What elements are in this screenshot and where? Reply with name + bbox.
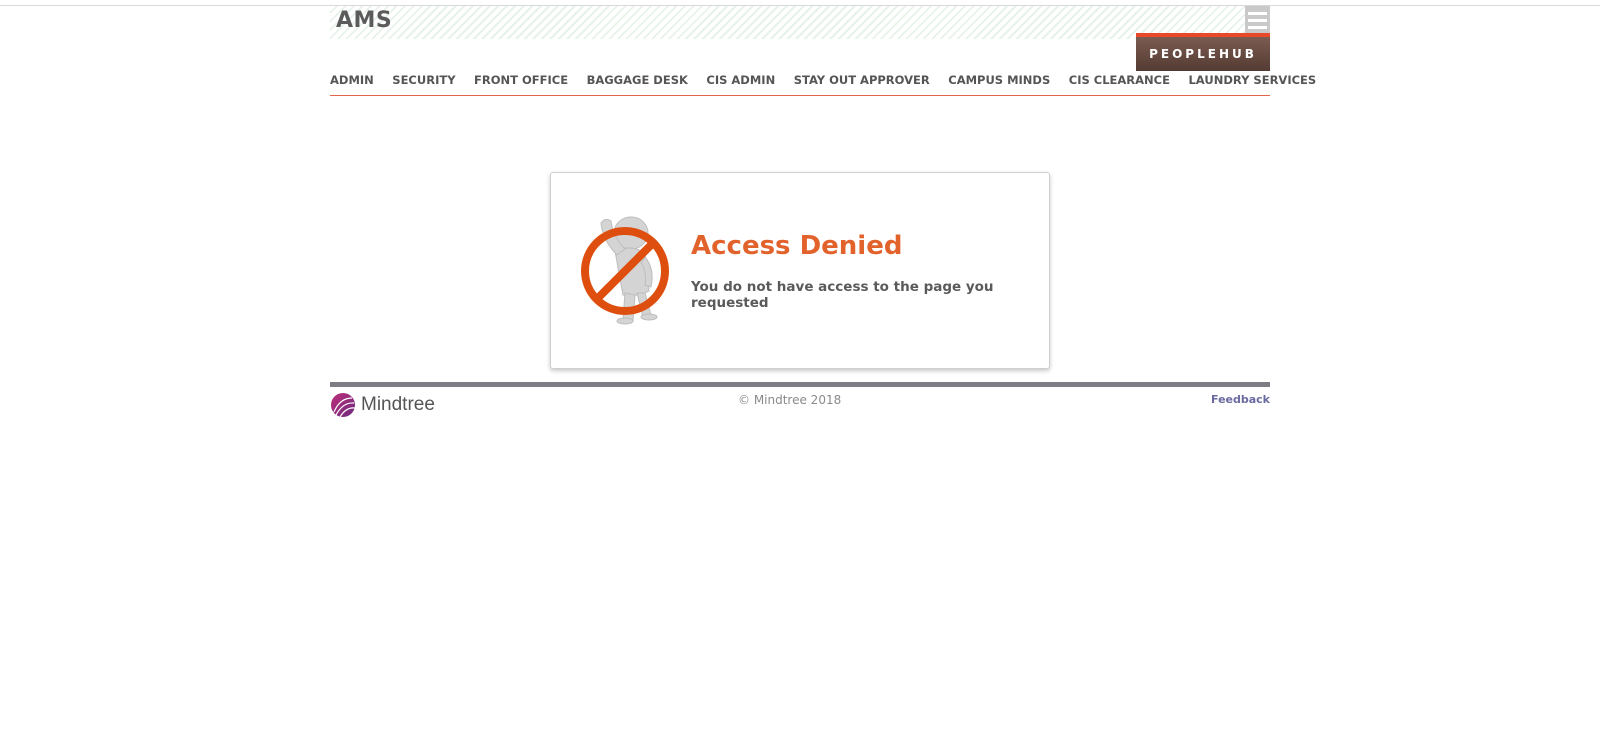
hamburger-line xyxy=(1248,25,1267,29)
logo-text: Mindtree xyxy=(361,394,435,415)
feedback-link[interactable]: Feedback xyxy=(1211,393,1270,406)
error-message: You do not have access to the page you r… xyxy=(691,279,994,311)
header-band: AMS xyxy=(330,6,1270,39)
nav-item-campus-minds[interactable]: CAMPUS MINDS xyxy=(948,73,1050,87)
nav-item-cis-clearance[interactable]: CIS CLEARANCE xyxy=(1069,73,1170,87)
access-denied-figure-icon xyxy=(581,216,669,325)
footer-divider xyxy=(330,382,1270,387)
nav-divider xyxy=(330,95,1270,96)
nav-item-admin[interactable]: ADMIN xyxy=(330,73,374,87)
nav-item-front-office[interactable]: FRONT OFFICE xyxy=(474,73,568,87)
app-title[interactable]: AMS xyxy=(336,8,392,33)
nav-item-cis-admin[interactable]: CIS ADMIN xyxy=(706,73,775,87)
nav-item-baggage-desk[interactable]: BAGGAGE DESK xyxy=(587,73,688,87)
mindtree-logo-icon xyxy=(331,393,356,418)
hamburger-line xyxy=(1248,18,1267,22)
peoplehub-button[interactable]: PEOPLEHUB xyxy=(1136,33,1270,71)
nav-item-stay-out-approver[interactable]: STAY OUT APPROVER xyxy=(794,73,930,87)
access-denied-card: Access Denied You do not have access to … xyxy=(550,172,1050,369)
nav-item-laundry-services[interactable]: LAUNDRY SERVICES xyxy=(1188,73,1316,87)
nav-item-security[interactable]: SECURITY xyxy=(392,73,455,87)
page-container: AMS PEOPLEHUB ADMIN SECURITY FRONT OFFIC… xyxy=(330,6,1316,418)
hamburger-icon[interactable] xyxy=(1245,6,1270,34)
main-nav: ADMIN SECURITY FRONT OFFICE BAGGAGE DESK… xyxy=(330,73,1335,87)
hamburger-line xyxy=(1248,11,1267,15)
mindtree-logo: Mindtree xyxy=(330,392,435,418)
error-title: Access Denied xyxy=(691,231,903,261)
copyright-text: © Mindtree 2018 xyxy=(738,393,842,407)
